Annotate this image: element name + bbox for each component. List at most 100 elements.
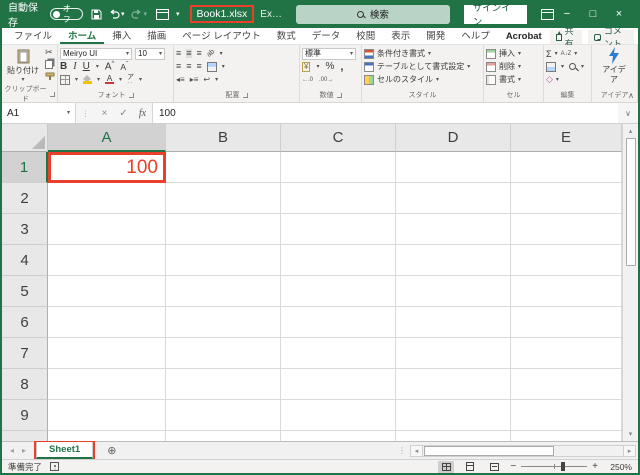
cell-b9[interactable] bbox=[166, 400, 281, 431]
row-header-3[interactable]: 3 bbox=[2, 214, 48, 245]
borders-dropdown-icon[interactable]: ▾ bbox=[75, 77, 78, 83]
orientation-icon[interactable]: ab bbox=[205, 48, 215, 58]
underline-button[interactable]: U bbox=[83, 61, 90, 72]
cell-b5[interactable] bbox=[166, 276, 281, 307]
cell-c10[interactable] bbox=[281, 431, 396, 441]
scroll-left-icon[interactable]: ◂ bbox=[410, 445, 423, 457]
prev-sheet-icon[interactable]: ◂ bbox=[10, 446, 14, 455]
cell-b6[interactable] bbox=[166, 307, 281, 338]
tab-file[interactable]: ファイル bbox=[6, 27, 60, 44]
fill-color-dropdown-icon[interactable]: ▾ bbox=[97, 77, 100, 83]
touch-mode-icon[interactable] bbox=[156, 9, 169, 20]
share-button[interactable]: 共有 bbox=[550, 30, 582, 44]
increase-font-button[interactable]: A^ bbox=[105, 61, 115, 72]
format-cells-button[interactable]: 書式 bbox=[499, 74, 515, 85]
qat-customize-icon[interactable]: ▾ bbox=[176, 11, 180, 18]
tab-formulas[interactable]: 数式 bbox=[269, 27, 304, 44]
tab-insert[interactable]: 挿入 bbox=[104, 27, 139, 44]
insert-function-icon[interactable]: fx bbox=[133, 108, 152, 119]
page-layout-view-button[interactable] bbox=[462, 461, 478, 473]
paste-dropdown-icon[interactable]: ▾ bbox=[21, 77, 24, 83]
cell-d1[interactable] bbox=[396, 152, 511, 183]
underline-dropdown-icon[interactable]: ▾ bbox=[96, 64, 99, 70]
formula-grip-icon[interactable]: ⋮ bbox=[76, 109, 95, 118]
cell-b3[interactable] bbox=[166, 214, 281, 245]
scroll-right-icon[interactable]: ▸ bbox=[623, 445, 636, 457]
name-box[interactable]: A1 ▾ bbox=[2, 103, 76, 123]
ideas-button[interactable]: アイデア bbox=[594, 47, 634, 84]
phonetic-dropdown-icon[interactable]: ▾ bbox=[139, 77, 142, 83]
currency-format-icon[interactable]: ¥ bbox=[302, 62, 310, 72]
merge-dropdown-icon[interactable]: ▾ bbox=[222, 64, 225, 70]
cancel-entry-icon[interactable]: × bbox=[95, 108, 114, 119]
phonetic-guide-button[interactable]: ア ·· bbox=[127, 74, 134, 86]
cell-b8[interactable] bbox=[166, 369, 281, 400]
column-header-b[interactable]: B bbox=[166, 124, 281, 152]
row-header-5[interactable]: 5 bbox=[2, 276, 48, 307]
column-header-c[interactable]: C bbox=[281, 124, 396, 152]
normal-view-button[interactable] bbox=[438, 461, 454, 473]
cell-a8[interactable] bbox=[48, 369, 166, 400]
zoom-in-icon[interactable]: + bbox=[592, 461, 598, 472]
tab-review[interactable]: 校閲 bbox=[348, 27, 383, 44]
horizontal-scrollbar-thumb[interactable] bbox=[424, 446, 554, 456]
zoom-slider-thumb[interactable] bbox=[561, 462, 565, 471]
cell-b4[interactable] bbox=[166, 245, 281, 276]
cell-e8[interactable] bbox=[511, 369, 622, 400]
sheet-grid[interactable]: ABCDE11002345678910 bbox=[2, 124, 622, 441]
italic-button[interactable]: I bbox=[73, 61, 76, 72]
tab-view[interactable]: 表示 bbox=[383, 27, 418, 44]
cell-c5[interactable] bbox=[281, 276, 396, 307]
cell-e3[interactable] bbox=[511, 214, 622, 245]
conditional-formatting-button[interactable]: 条件付き書式 bbox=[377, 48, 425, 59]
alignment-dialog-launcher-icon[interactable] bbox=[243, 93, 248, 98]
tab-draw[interactable]: 描画 bbox=[139, 27, 174, 44]
cell-a2[interactable] bbox=[48, 183, 166, 214]
name-box-dropdown-icon[interactable]: ▾ bbox=[67, 110, 70, 116]
align-right-icon[interactable]: ≡ bbox=[197, 62, 202, 71]
tab-page-layout[interactable]: ページ レイアウト bbox=[174, 27, 268, 44]
zoom-level[interactable]: 250% bbox=[606, 462, 632, 472]
paste-button[interactable]: 貼り付け ▾ bbox=[4, 47, 42, 83]
row-header-9[interactable]: 9 bbox=[2, 400, 48, 431]
tab-help[interactable]: ヘルプ bbox=[453, 27, 498, 44]
ribbon-display-options-icon[interactable] bbox=[541, 9, 554, 20]
column-header-a[interactable]: A bbox=[48, 124, 166, 152]
row-header-10[interactable]: 10 bbox=[2, 431, 48, 441]
redo-button[interactable]: ▾ bbox=[131, 9, 147, 19]
clear-button[interactable]: ◇ bbox=[546, 74, 553, 85]
font-color-dropdown-icon[interactable]: ▾ bbox=[119, 77, 122, 83]
page-break-view-button[interactable] bbox=[486, 461, 502, 473]
currency-dropdown-icon[interactable]: ▾ bbox=[316, 64, 319, 70]
row-header-4[interactable]: 4 bbox=[2, 245, 48, 276]
sort-filter-button[interactable]: A↓Z bbox=[561, 51, 572, 57]
cell-b7[interactable] bbox=[166, 338, 281, 369]
increase-decimal-icon[interactable]: ←.0 bbox=[302, 77, 313, 83]
undo-button[interactable]: ▾ bbox=[109, 9, 125, 19]
column-header-d[interactable]: D bbox=[396, 124, 511, 152]
cell-d3[interactable] bbox=[396, 214, 511, 245]
row-header-1[interactable]: 1 bbox=[2, 152, 48, 183]
scroll-up-icon[interactable]: ▴ bbox=[623, 124, 638, 138]
zoom-out-icon[interactable]: − bbox=[510, 461, 516, 472]
cell-c3[interactable] bbox=[281, 214, 396, 245]
font-color-button[interactable]: A bbox=[105, 75, 114, 85]
cell-d6[interactable] bbox=[396, 307, 511, 338]
cell-a7[interactable] bbox=[48, 338, 166, 369]
decrease-font-button[interactable]: Aˇ bbox=[120, 62, 128, 72]
minimize-button[interactable]: − bbox=[554, 8, 580, 20]
align-left-icon[interactable]: ≡ bbox=[176, 62, 181, 71]
next-sheet-icon[interactable]: ▸ bbox=[22, 446, 26, 455]
scroll-down-icon[interactable]: ▾ bbox=[623, 427, 638, 441]
horizontal-scrollbar-track[interactable] bbox=[423, 445, 623, 457]
new-sheet-button[interactable]: ⊕ bbox=[95, 442, 128, 459]
cell-b2[interactable] bbox=[166, 183, 281, 214]
cell-d9[interactable] bbox=[396, 400, 511, 431]
tab-home[interactable]: ホーム bbox=[60, 27, 104, 44]
cell-d10[interactable] bbox=[396, 431, 511, 441]
cell-c8[interactable] bbox=[281, 369, 396, 400]
font-size-combo[interactable]: 10▾ bbox=[135, 48, 165, 60]
copy-icon[interactable] bbox=[45, 60, 53, 69]
redo-dropdown-icon[interactable]: ▾ bbox=[143, 11, 147, 18]
cell-a9[interactable] bbox=[48, 400, 166, 431]
